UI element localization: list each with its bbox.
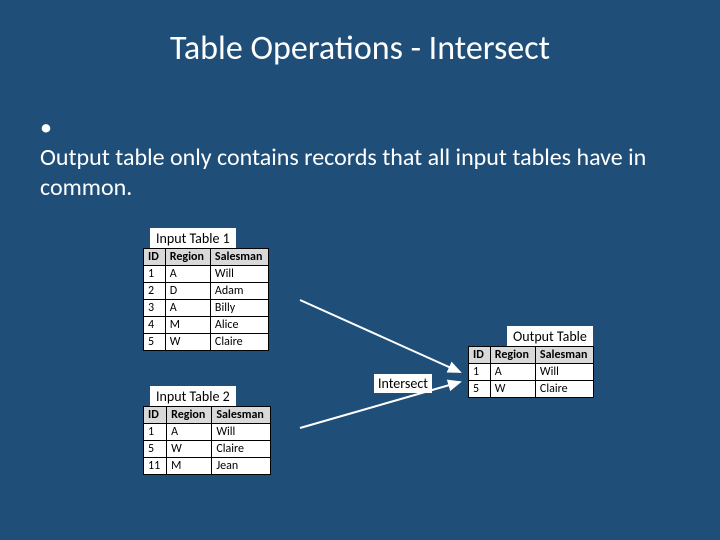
table-row: 5WClaire	[469, 381, 594, 398]
col-salesman: Salesman	[212, 407, 271, 424]
bullet-dot-icon: •	[40, 113, 58, 143]
col-id: ID	[144, 249, 166, 266]
table-row: 11MJean	[144, 458, 271, 475]
col-salesman: Salesman	[210, 249, 269, 266]
table-row: 1AWill	[144, 424, 271, 441]
input-table-2-label: Input Table 2	[150, 386, 236, 407]
col-id: ID	[144, 407, 167, 424]
table-row: 5WClaire	[144, 441, 271, 458]
bullet-item: • Output table only contains records tha…	[0, 69, 720, 203]
table-row: 5WClaire	[144, 334, 269, 351]
slide-title: Table Operations - Intersect	[0, 0, 720, 69]
col-salesman: Salesman	[535, 347, 594, 364]
arrow-from-table2-icon	[300, 380, 470, 440]
output-table: ID Region Salesman 1AWill 5WClaire	[468, 346, 594, 398]
input-table-1: ID Region Salesman 1AWill 2DAdam 3ABilly…	[143, 248, 269, 351]
arrow-from-table1-icon	[300, 300, 470, 390]
col-region: Region	[165, 249, 210, 266]
table-row: 2DAdam	[144, 283, 269, 300]
input-table-2: ID Region Salesman 1AWill 5WClaire 11MJe…	[143, 406, 271, 475]
bullet-text: Output table only contains records that …	[40, 143, 660, 203]
table-row: 4MAlice	[144, 317, 269, 334]
col-region: Region	[167, 407, 212, 424]
table-row: 3ABilly	[144, 300, 269, 317]
table-row: 1AWill	[469, 364, 594, 381]
col-region: Region	[490, 347, 535, 364]
input-table-1-label: Input Table 1	[150, 228, 236, 249]
output-table-label: Output Table	[507, 326, 593, 347]
table-row: 1AWill	[144, 266, 269, 283]
col-id: ID	[469, 347, 491, 364]
